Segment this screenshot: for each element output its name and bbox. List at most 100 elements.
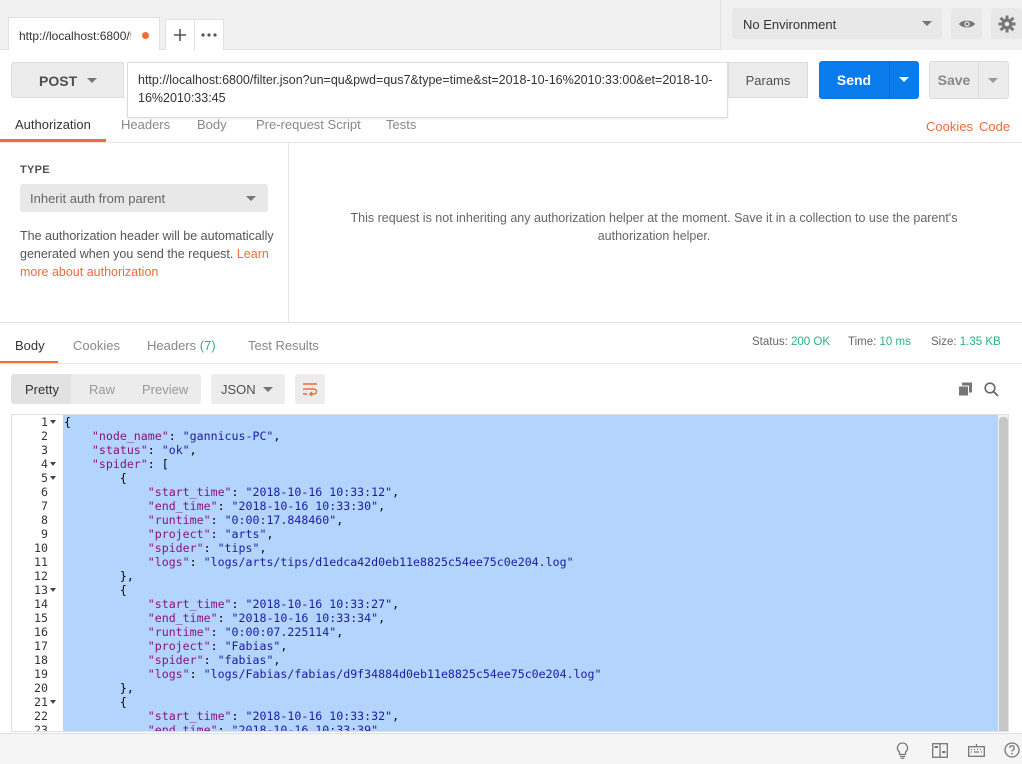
code-text: "spider": "tips", [147,541,267,555]
code-text: "runtime": "0:00:07.225114", [147,625,344,639]
new-tab-button[interactable] [165,19,195,50]
chevron-down-icon [988,78,998,83]
line-number: 7 [41,499,48,513]
code-line: 7 "end_time": "2018-10-16 10:33:30", [12,499,992,513]
view-preview-button[interactable]: Preview [142,382,188,397]
code-text: "runtime": "0:00:17.848460", [147,513,344,527]
code-text: "spider": "fabias", [147,653,281,667]
environment-quick-look-button[interactable] [951,8,982,39]
tab-tests[interactable]: Tests [386,117,416,132]
code-line: 18 "spider": "fabias", [12,653,992,667]
time-readout: Time: 10 ms [848,336,911,348]
line-number: 18 [34,653,48,667]
line-number: 6 [41,485,48,499]
code-text: "end_time": "2018-10-16 10:33:30", [147,499,386,513]
copy-response-button[interactable] [956,380,974,398]
copy-icon [957,382,972,396]
wrap-lines-button[interactable] [295,374,325,404]
fold-toggle-icon[interactable] [50,420,56,424]
fold-toggle-icon[interactable] [50,588,56,592]
cookies-link[interactable]: Cookies [926,119,973,134]
auth-type-label: TYPE [20,164,50,176]
size-label: Size: [931,336,957,348]
view-pretty-button[interactable]: Pretty [25,382,59,397]
help-button[interactable] [1003,741,1021,759]
tab-response-cookies[interactable]: Cookies [73,338,120,353]
code-line: 1{ [12,415,992,429]
time-value[interactable]: 10 ms [880,336,911,348]
auth-type-select[interactable]: Inherit auth from parent [20,184,268,212]
tab-pre-request-script[interactable]: Pre-request Script [256,117,361,132]
fold-toggle-icon[interactable] [50,700,56,704]
code-line: 8 "runtime": "0:00:17.848460", [12,513,992,527]
manage-environments-button[interactable] [991,8,1022,39]
code-link[interactable]: Code [979,119,1010,134]
line-number: 10 [34,541,48,555]
line-number: 11 [34,555,48,569]
code-text: { [64,471,127,485]
line-number: 3 [41,443,48,457]
auth-inherit-message: This request is not inheriting any autho… [350,211,958,243]
send-options-button[interactable] [889,61,919,99]
chevron-down-icon [87,78,97,83]
code-text: "start_time": "2018-10-16 10:33:27", [147,597,400,611]
tab-response-body[interactable]: Body [15,338,45,353]
tab-headers[interactable]: Headers [121,117,170,132]
keyboard-shortcuts-button[interactable] [967,741,985,759]
send-button[interactable]: Send [819,61,889,99]
size-value[interactable]: 1.35 KB [960,336,1001,348]
auth-description: The authorization header will be automat… [20,227,275,281]
tab-authorization[interactable]: Authorization [15,117,91,132]
more-tabs-button[interactable] [194,19,224,50]
fold-toggle-icon[interactable] [50,462,56,466]
code-text: "spider": [ [91,457,169,471]
code-line: 12 }, [12,569,992,583]
gear-icon [998,15,1015,32]
save-options-button[interactable] [979,61,1009,99]
wrap-lines-icon [303,383,318,396]
eye-icon [958,20,975,27]
active-tab-indicator [0,139,106,142]
params-button[interactable]: Params [728,62,808,98]
unsaved-dot-icon [142,32,149,39]
layout-toggle-button[interactable] [931,741,949,759]
tips-button[interactable] [894,741,910,759]
headers-tab-label: Headers [147,338,197,353]
code-text: "logs": "logs/Fabias/fabias/d9f34884d0eb… [147,667,602,681]
line-number: 12 [34,569,48,583]
more-icon [201,33,217,37]
code-line: 2 "node_name": "gannicus-PC", [12,429,992,443]
response-tabs-divider [0,363,1022,364]
code-line: 17 "project": "Fabias", [12,639,992,653]
code-text: "project": "arts", [147,527,274,541]
format-select[interactable]: JSON [211,374,285,404]
chevron-down-icon [246,196,256,201]
headers-count-badge: (7) [199,338,216,353]
line-number: 13 [34,583,48,597]
code-line: 23 "end_time": "2018-10-16 10:33:39", [12,723,992,731]
code-text: { [64,415,71,429]
method-value: POST [39,73,78,89]
save-button[interactable]: Save [929,61,979,99]
environment-area: No Environment [720,0,1022,50]
line-number: 8 [41,513,48,527]
auth-description-text: The authorization header will be automat… [20,229,274,261]
tab-body[interactable]: Body [197,117,227,132]
code-text: "start_time": "2018-10-16 10:33:12", [147,485,400,499]
response-body-editor[interactable]: 1{2 "node_name": "gannicus-PC", 3 "status… [11,414,1009,732]
status-bar [0,733,1022,764]
time-label: Time: [848,336,877,348]
scrollbar-thumb[interactable] [999,417,1008,731]
code-text: "project": "Fabias", [147,639,288,653]
status-value[interactable]: 200 OK [791,336,830,348]
view-raw-button[interactable]: Raw [89,382,115,397]
fold-toggle-icon[interactable] [50,476,56,480]
search-response-button[interactable] [982,380,1000,398]
tab-test-results[interactable]: Test Results [248,338,319,353]
line-number: 22 [34,709,48,723]
method-select[interactable]: POST [11,62,124,98]
tab-response-headers[interactable]: Headers (7) [147,338,216,353]
line-number: 17 [34,639,48,653]
request-tab[interactable]: http://localhost:6800/f [8,17,160,50]
environment-select[interactable]: No Environment [732,8,942,39]
